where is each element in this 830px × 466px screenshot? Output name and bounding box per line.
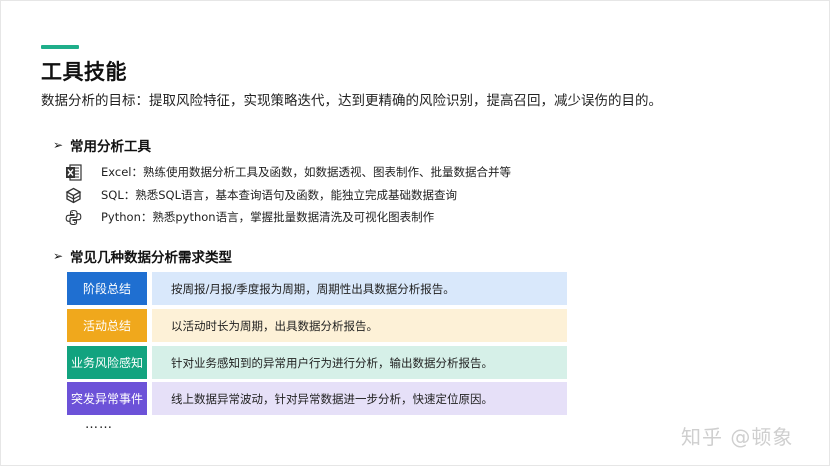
types-section-title: 常见几种数据分析需求类型	[70, 250, 232, 266]
tool-item-excel: Excel：熟练使用数据分析工具及函数，如数据透视、图表制作、批量数据合并等	[64, 162, 511, 182]
types-section-heading: ➢ 常见几种数据分析需求类型	[53, 246, 232, 266]
slide: 工具技能 数据分析的目标：提取风险特征，实现策略迭代，达到更精确的风险识别，提高…	[0, 0, 830, 466]
arrow-bullet-icon: ➢	[53, 249, 64, 263]
tools-section-title: 常用分析工具	[70, 139, 151, 155]
more-ellipsis: ……	[85, 417, 113, 432]
type-description: 针对业务感知到的异常用户行为进行分析，输出数据分析报告。	[152, 346, 567, 379]
page-subtitle: 数据分析的目标：提取风险特征，实现策略迭代，达到更精确的风险识别，提高召回，减少…	[41, 93, 662, 109]
type-row-activity-summary: 活动总结 以活动时长为周期，出具数据分析报告。	[67, 309, 567, 342]
type-description: 按周报/月报/季度报为周期，周期性出具数据分析报告。	[152, 272, 567, 305]
type-label: 活动总结	[67, 309, 147, 342]
tool-item-text: Python：熟悉python语言，掌握批量数据清洗及可视化图表制作	[101, 210, 435, 224]
type-label: 阶段总结	[67, 272, 147, 305]
page-title: 工具技能	[41, 60, 127, 84]
type-row-risk-perception: 业务风险感知 针对业务感知到的异常用户行为进行分析，输出数据分析报告。	[67, 346, 567, 379]
tool-item-text: Excel：熟练使用数据分析工具及函数，如数据透视、图表制作、批量数据合并等	[101, 165, 511, 179]
title-accent-line	[41, 45, 79, 49]
tools-section-heading: ➢ 常用分析工具	[53, 135, 151, 155]
tool-item-sql: SQL：熟悉SQL语言，基本查询语句及函数，能独立完成基础数据查询	[64, 185, 457, 205]
type-description: 线上数据异常波动，针对异常数据进一步分析，快速定位原因。	[152, 382, 567, 415]
excel-icon	[64, 163, 82, 181]
tool-item-python: Python：熟悉python语言，掌握批量数据清洗及可视化图表制作	[64, 207, 434, 227]
watermark-text: 知乎 @顿象	[681, 425, 794, 449]
watermark: 知乎 @顿象	[681, 421, 793, 450]
type-row-sudden-anomaly: 突发异常事件 线上数据异常波动，针对异常数据进一步分析，快速定位原因。	[67, 382, 567, 415]
tool-item-text: SQL：熟悉SQL语言，基本查询语句及函数，能独立完成基础数据查询	[101, 188, 458, 202]
type-row-stage-summary: 阶段总结 按周报/月报/季度报为周期，周期性出具数据分析报告。	[67, 272, 567, 305]
type-description: 以活动时长为周期，出具数据分析报告。	[152, 309, 567, 342]
type-label: 业务风险感知	[67, 346, 147, 379]
arrow-bullet-icon: ➢	[53, 138, 64, 152]
type-label: 突发异常事件	[67, 382, 147, 415]
python-icon	[64, 208, 82, 226]
database-icon	[64, 186, 82, 204]
